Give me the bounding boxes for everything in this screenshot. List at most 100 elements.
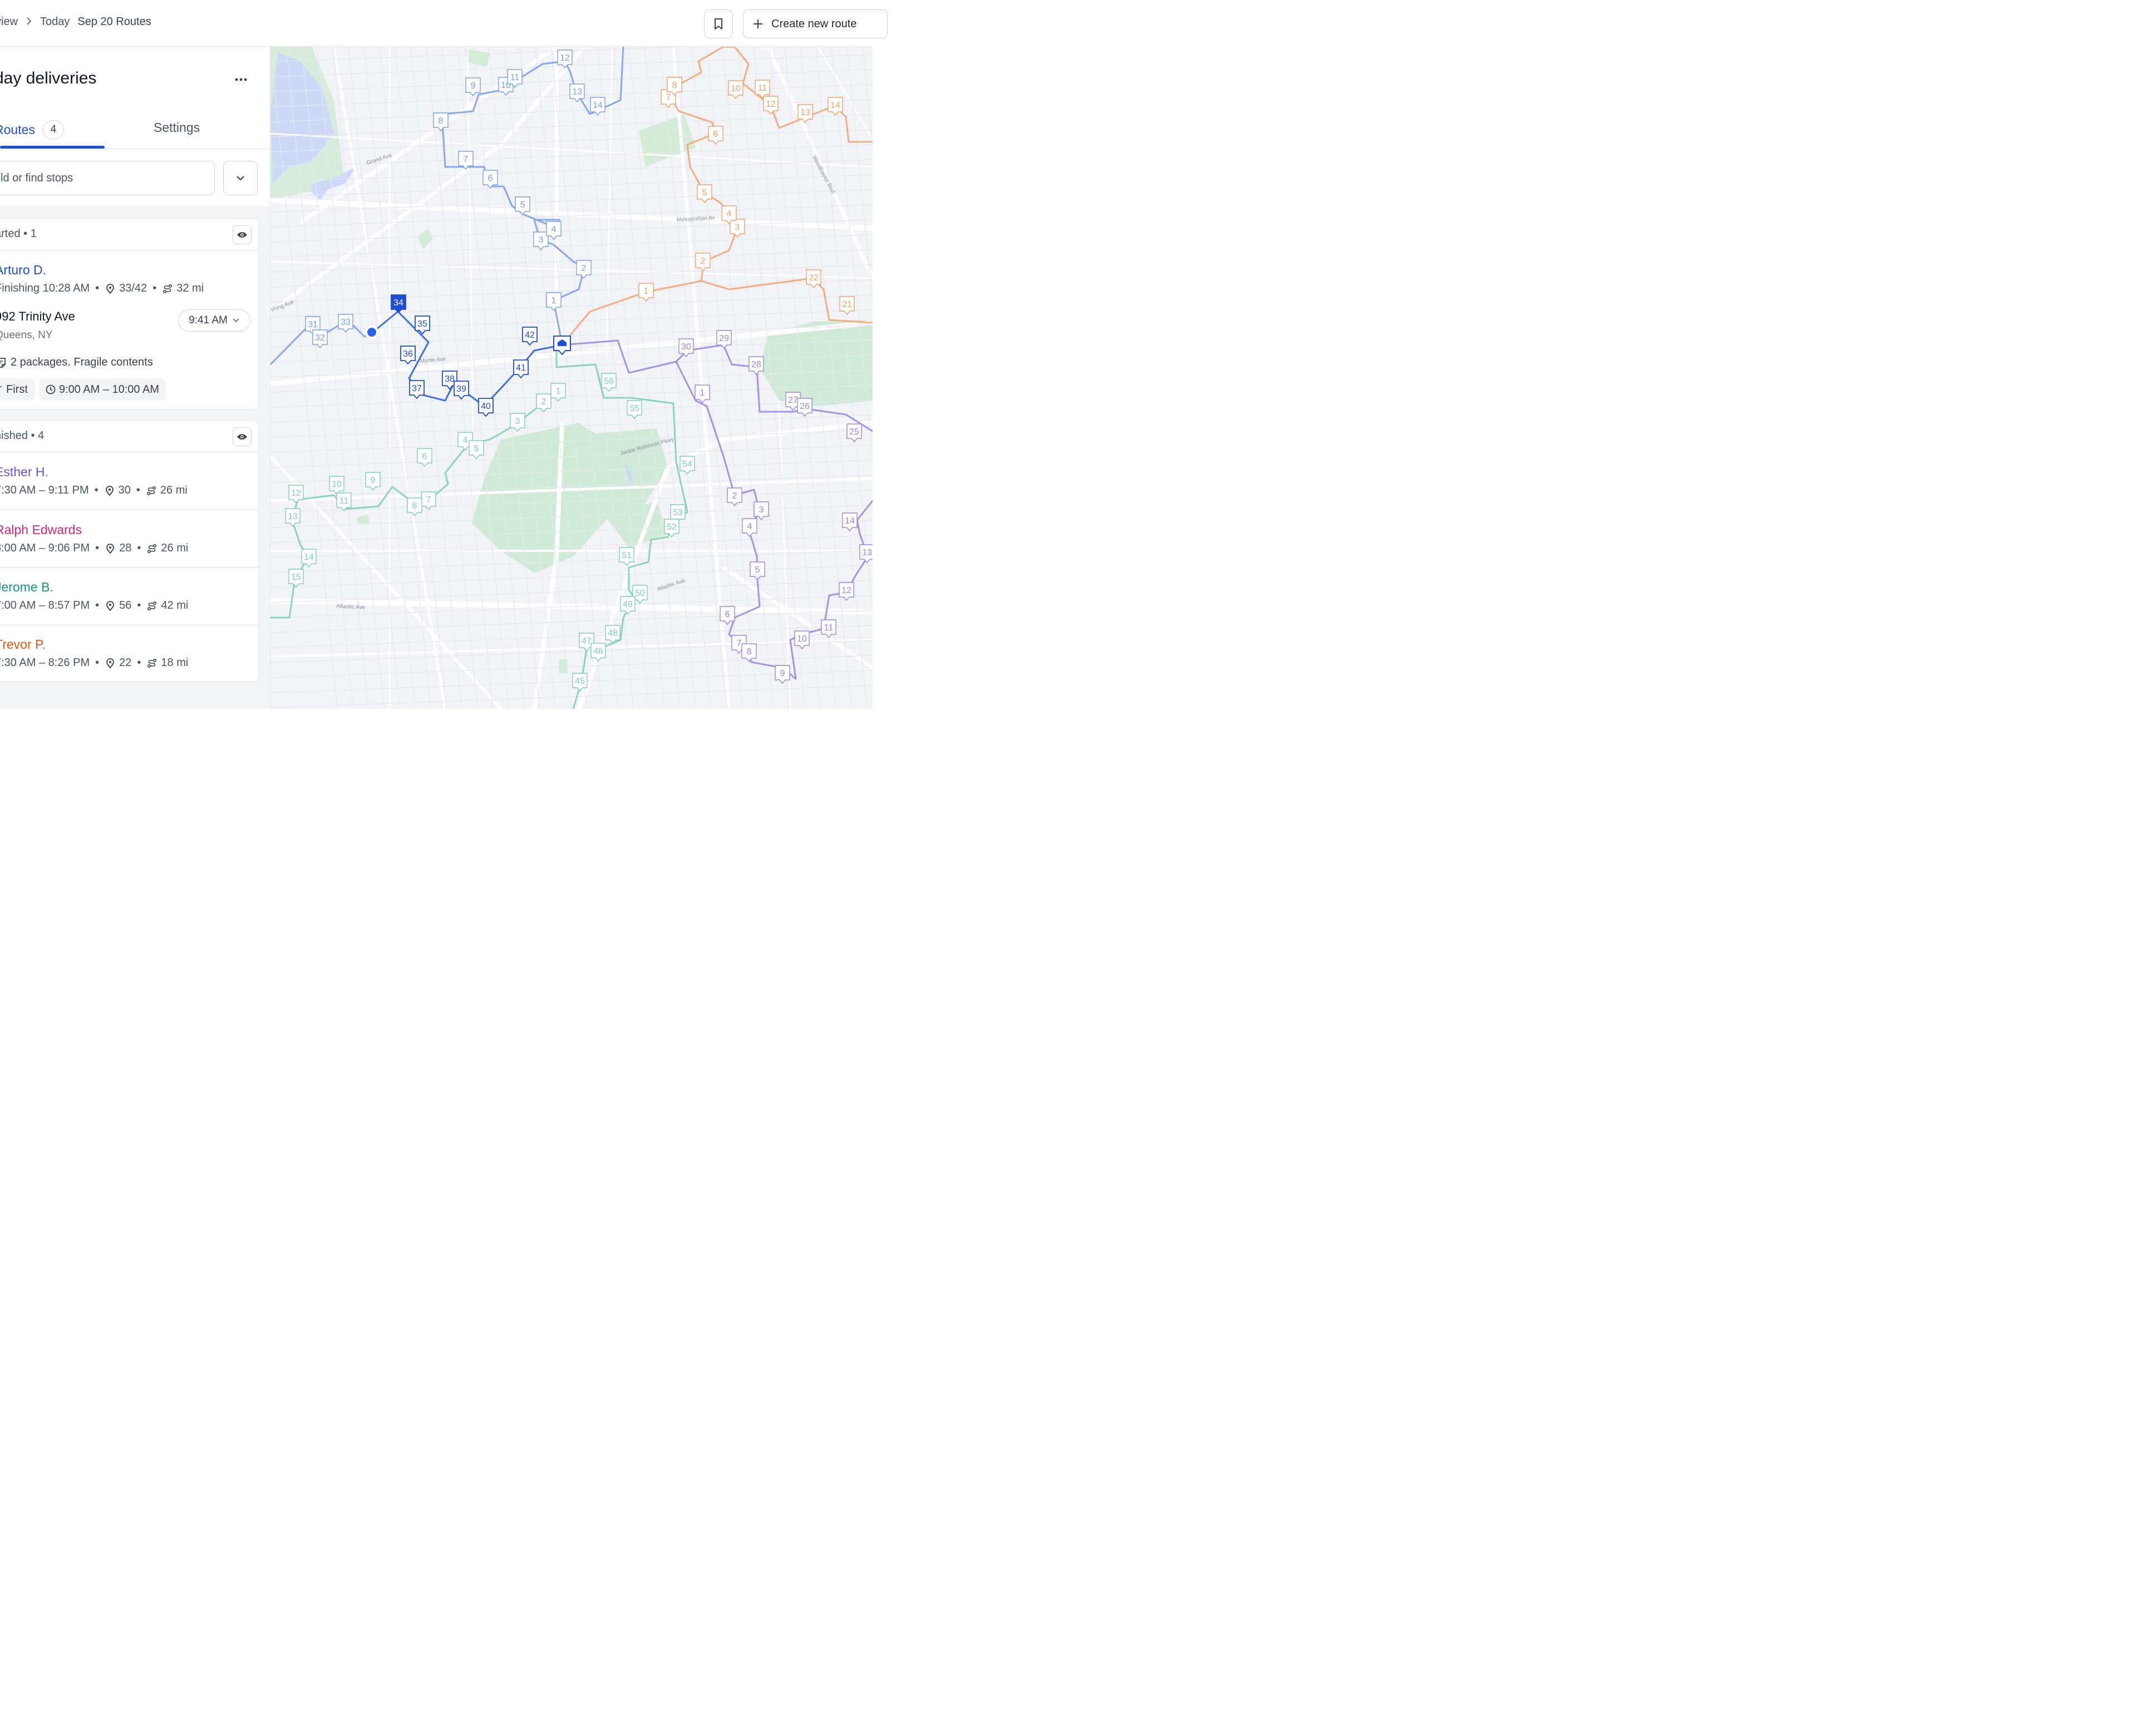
driver-row-arturo[interactable]: Arturo D. Finishing 10:28 AM • 33/42 • 3… xyxy=(0,250,258,295)
driver-meta: 8:00 AM – 9:06 PM • 28 • 26 mi xyxy=(0,542,189,554)
marker-label: 6 xyxy=(725,610,730,619)
marker-label: 12 xyxy=(291,489,301,498)
stop-marker-blue-36[interactable]: 36 xyxy=(400,346,416,365)
stop-marker-purple-13[interactable]: 13 xyxy=(859,544,873,564)
marker-label: 36 xyxy=(403,349,413,359)
street-label: Atlantic Ave xyxy=(336,603,366,611)
stop-marker-orange-10[interactable]: 10 xyxy=(728,80,743,100)
driver-meta: 7:30 AM – 9:11 PM • 30 • 26 mi xyxy=(0,484,188,496)
marker-label: 56 xyxy=(604,377,614,386)
driver-row-ralph[interactable]: Ralph Edwards 8:00 AM – 9:06 PM • 28 • 26 … xyxy=(0,510,258,567)
eye-icon xyxy=(237,434,247,440)
bookmark-icon xyxy=(715,18,722,29)
stop-marker-blue-37[interactable]: 37 xyxy=(409,380,425,400)
more-options-button[interactable] xyxy=(233,71,249,88)
stop-marker-purple-9[interactable]: 9 xyxy=(775,665,790,684)
stop-marker-orange-21[interactable]: 21 xyxy=(839,296,855,315)
stop-marker-teal-2[interactable]: 2 xyxy=(536,393,552,413)
toggle-visibility-button[interactable] xyxy=(233,427,252,446)
stop-marker-blue-1[interactable]: 1 xyxy=(546,292,562,312)
marker-label: 40 xyxy=(481,402,491,411)
driver-row-trevor[interactable]: Trevor P. 7:30 AM – 8:26 PM • 22 • 18 mi xyxy=(0,624,258,681)
stop-marker-purple-5[interactable]: 5 xyxy=(750,561,765,581)
stop-marker-orange-5[interactable]: 5 xyxy=(697,184,712,204)
priority-chip: First xyxy=(0,378,35,401)
bookmark-button[interactable] xyxy=(704,9,733,38)
driver-row-jerome[interactable]: Jerome B. 7:00 AM – 8:57 PM • 56 • 42 mi xyxy=(0,567,258,624)
stop-marker-purple-4[interactable]: 4 xyxy=(742,518,757,537)
stop-marker-purple-12[interactable]: 12 xyxy=(839,582,854,601)
breadcrumb-overview[interactable]: view xyxy=(0,16,18,28)
stop-marker-teal-1[interactable]: 1 xyxy=(550,383,566,402)
breadcrumb: view Today Sep 20 Routes xyxy=(0,16,151,28)
marker-label: 1 xyxy=(552,296,557,305)
stop-marker-blue-4[interactable]: 4 xyxy=(546,221,562,240)
stop-marker-purple-28[interactable]: 28 xyxy=(749,356,764,376)
stop-marker-teal-56[interactable]: 56 xyxy=(601,373,617,392)
marker-label: 1 xyxy=(556,387,561,396)
marker-label: 11 xyxy=(510,73,520,82)
stop-marker-orange-6[interactable]: 6 xyxy=(708,126,723,145)
stop-marker-teal-13[interactable]: 13 xyxy=(285,508,301,527)
route-map[interactable]: Grand Ave Metropolitan Av Woodhaven Blvd… xyxy=(270,47,873,709)
create-new-route-button[interactable]: Create new route xyxy=(743,9,888,38)
stop-marker-teal-6[interactable]: 6 xyxy=(417,448,432,467)
stop-search-field[interactable] xyxy=(0,161,215,195)
stop-marker-purple-14[interactable]: 14 xyxy=(842,512,858,532)
stop-marker-teal-46[interactable]: 46 xyxy=(590,643,606,662)
pin-icon xyxy=(106,658,115,668)
stop-marker-blue-39[interactable]: 39 xyxy=(454,381,469,400)
marker-label: 51 xyxy=(622,551,632,560)
marker-label: 26 xyxy=(800,402,810,411)
stop-marker-teal-8[interactable]: 8 xyxy=(407,497,422,517)
marker-label: 6 xyxy=(422,452,427,461)
stop-marker-orange-3[interactable]: 3 xyxy=(730,219,745,238)
marker-label: 7 xyxy=(464,155,469,164)
marker-label: 8 xyxy=(747,647,752,657)
finished-label: nished • 4 xyxy=(0,430,45,442)
marker-label: 42 xyxy=(525,331,535,340)
stop-marker-teal-55[interactable]: 55 xyxy=(627,400,642,420)
stop-marker-blue-40[interactable]: 40 xyxy=(478,398,494,417)
stop-eta-select[interactable]: 9:41 AM xyxy=(178,309,250,332)
stop-marker-purple-1[interactable]: 1 xyxy=(695,384,710,404)
marker-label: 11 xyxy=(758,83,767,93)
marker-label: 12 xyxy=(766,100,776,109)
stop-marker-teal-15[interactable]: 15 xyxy=(288,569,304,588)
stop-marker-teal-54[interactable]: 54 xyxy=(679,456,695,475)
current-stop[interactable]: 992 Trinity Ave Queens, NY 9:41 AM 2 pac… xyxy=(0,309,258,376)
marker-label: 12 xyxy=(560,53,570,63)
driver-row-esther[interactable]: Esther H. 7:30 AM – 9:11 PM • 30 • 26 mi xyxy=(0,452,258,510)
tab-settings[interactable]: Settings xyxy=(154,120,200,135)
marker-label: 8 xyxy=(412,501,417,511)
map-canvas[interactable]: Grand Ave Metropolitan Av Woodhaven Blvd… xyxy=(270,47,873,709)
marker-label: 5 xyxy=(755,565,760,575)
search-options-dropdown[interactable] xyxy=(223,161,258,195)
route-icon xyxy=(147,544,157,553)
stop-marker-teal-10[interactable]: 10 xyxy=(329,476,344,495)
tab-routes[interactable]: Routes 4 xyxy=(0,120,64,139)
breadcrumb-today[interactable]: Today xyxy=(40,16,70,28)
stop-marker-purple-26[interactable]: 26 xyxy=(797,398,813,417)
marker-label: 3 xyxy=(515,417,520,426)
marker-label: 13 xyxy=(862,548,872,558)
stop-marker-blue-6[interactable]: 6 xyxy=(482,170,498,189)
stop-marker-teal-5[interactable]: 5 xyxy=(469,440,484,460)
pin-icon xyxy=(106,600,115,611)
stop-marker-blue-34[interactable]: 34 xyxy=(391,294,406,314)
stop-marker-purple-2[interactable]: 2 xyxy=(727,487,742,507)
stop-search-input[interactable] xyxy=(0,161,214,195)
stop-marker-orange-1[interactable]: 1 xyxy=(638,283,654,302)
marker-label: 14 xyxy=(593,101,603,110)
stop-marker-teal-9[interactable]: 9 xyxy=(365,472,381,491)
marker-label: 46 xyxy=(593,647,603,656)
stop-marker-purple-25[interactable]: 25 xyxy=(846,423,862,443)
stop-marker-purple-10[interactable]: 10 xyxy=(794,630,810,650)
stop-marker-teal-49[interactable]: 49 xyxy=(620,596,636,615)
marker-label: 5 xyxy=(702,188,707,198)
stop-marker-purple-8[interactable]: 8 xyxy=(741,643,757,663)
stop-marker-blue-41[interactable]: 41 xyxy=(513,359,529,379)
stop-marker-blue-42[interactable]: 42 xyxy=(522,327,538,346)
marker-label: 2 xyxy=(541,397,546,407)
toggle-visibility-button[interactable] xyxy=(233,225,252,244)
